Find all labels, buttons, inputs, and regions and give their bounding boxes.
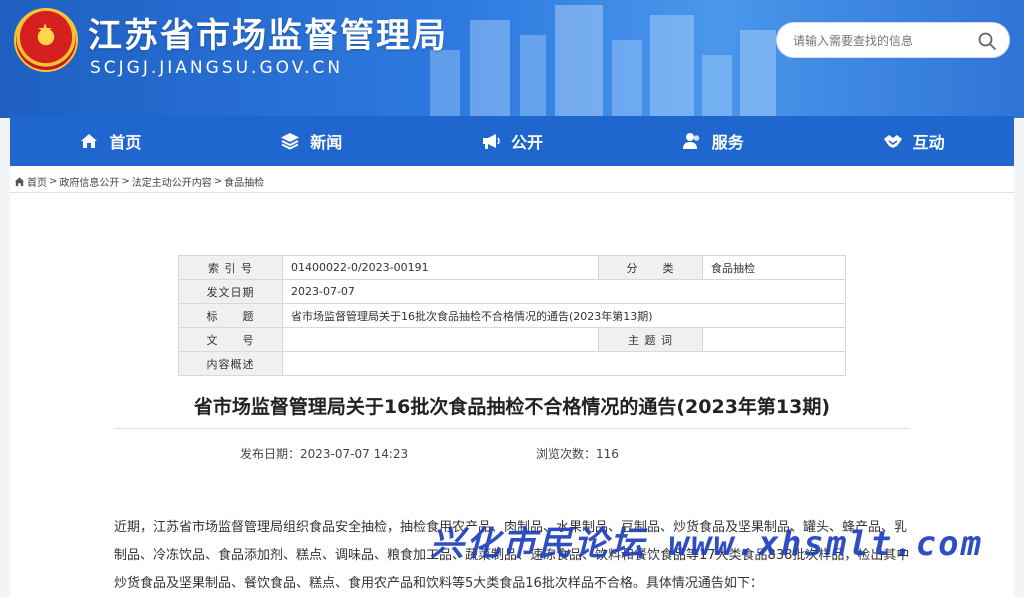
publish-time: 2023-07-07 14:23 [300, 447, 409, 461]
nav-label: 首页 [109, 133, 142, 152]
breadcrumb: 首页 > 政府信息公开 > 法定主动公开内容 > 食品抽检 [14, 174, 264, 189]
doc-no-label: 文 号 [178, 327, 283, 352]
publish-label: 发布日期： [240, 447, 301, 461]
nav-label: 公开 [510, 133, 543, 152]
nav-label: 服务 [711, 133, 744, 152]
table-row: 发文日期 2023-07-07 [178, 279, 846, 304]
index-value: 01400022-0/2023-00191 [282, 255, 599, 280]
breadcrumb-home[interactable]: 首页 [27, 174, 47, 189]
search-icon[interactable] [977, 31, 997, 51]
summary-value [282, 351, 846, 376]
document-meta-table: 索 引 号 01400022-0/2023-00191 分 类 食品抽检 发文日… [178, 255, 846, 376]
view-count: 浏览次数：116 [536, 445, 619, 462]
date-label: 发文日期 [178, 279, 283, 304]
title-label: 标 题 [178, 303, 283, 328]
title-value: 省市场监督管理局关于16批次食品抽检不合格情况的通告(2023年第13期) [282, 303, 846, 328]
nav-label: 互动 [912, 133, 945, 152]
national-emblem-icon: ★ [14, 8, 78, 72]
category-label: 分 类 [598, 255, 703, 280]
category-value: 食品抽检 [702, 255, 846, 280]
summary-label: 内容概述 [178, 351, 283, 376]
forum-watermark: 兴化市民论坛 www.xhsmlt.com [430, 524, 984, 564]
date-value: 2023-07-07 [282, 279, 846, 304]
breadcrumb-gov-info[interactable]: 政府信息公开 [59, 174, 119, 189]
nav-item-home[interactable]: 首页 [10, 116, 211, 166]
nav-label: 新闻 [310, 133, 343, 152]
breadcrumb-food-inspection[interactable]: 食品抽检 [224, 174, 264, 189]
nav-item-news[interactable]: 新闻 [211, 116, 412, 166]
home-icon [14, 177, 25, 187]
nav-item-open[interactable]: 公开 [412, 116, 613, 166]
megaphone-icon [482, 134, 500, 149]
breadcrumb-separator: > [121, 176, 130, 187]
home-icon [81, 134, 98, 148]
site-header: ★ 江苏省市场监督管理局 SCJGJ.JIANGSU.GOV.CN [0, 0, 1024, 118]
views-count: 116 [596, 447, 619, 461]
breadcrumb-statutory[interactable]: 法定主动公开内容 [132, 174, 212, 189]
divider [114, 428, 910, 429]
site-url: SCJGJ.JIANGSU.GOV.CN [90, 58, 344, 78]
doc-no-value [282, 327, 599, 352]
search-box [776, 22, 1010, 58]
article-title: 省市场监督管理局关于16批次食品抽检不合格情况的通告(2023年第13期) [193, 396, 831, 418]
search-input[interactable] [793, 31, 973, 51]
breadcrumb-separator: > [49, 176, 58, 187]
keywords-value [702, 327, 846, 352]
table-row: 内容概述 [178, 351, 846, 376]
skyline-decoration [430, 5, 776, 118]
layers-icon [281, 133, 300, 150]
keywords-label: 主 题 词 [598, 327, 703, 352]
divider [10, 192, 1014, 193]
handshake-icon [883, 135, 902, 148]
site-title: 江苏省市场监督管理局 [88, 16, 448, 56]
table-row: 标 题 省市场监督管理局关于16批次食品抽检不合格情况的通告(2023年第13期… [178, 303, 846, 328]
nav-item-interact[interactable]: 互动 [813, 116, 1014, 166]
table-row: 文 号 主 题 词 [178, 327, 846, 352]
breadcrumb-separator: > [213, 176, 223, 187]
views-label: 浏览次数： [536, 447, 597, 461]
publish-date: 发布日期：2023-07-07 14:23 [240, 445, 408, 462]
table-row: 索 引 号 01400022-0/2023-00191 分 类 食品抽检 [178, 255, 846, 280]
people-icon [682, 133, 700, 149]
index-label: 索 引 号 [178, 255, 283, 280]
main-nav: 首页 新闻 公开 服务 互动 [10, 116, 1014, 166]
nav-item-service[interactable]: 服务 [612, 116, 813, 166]
